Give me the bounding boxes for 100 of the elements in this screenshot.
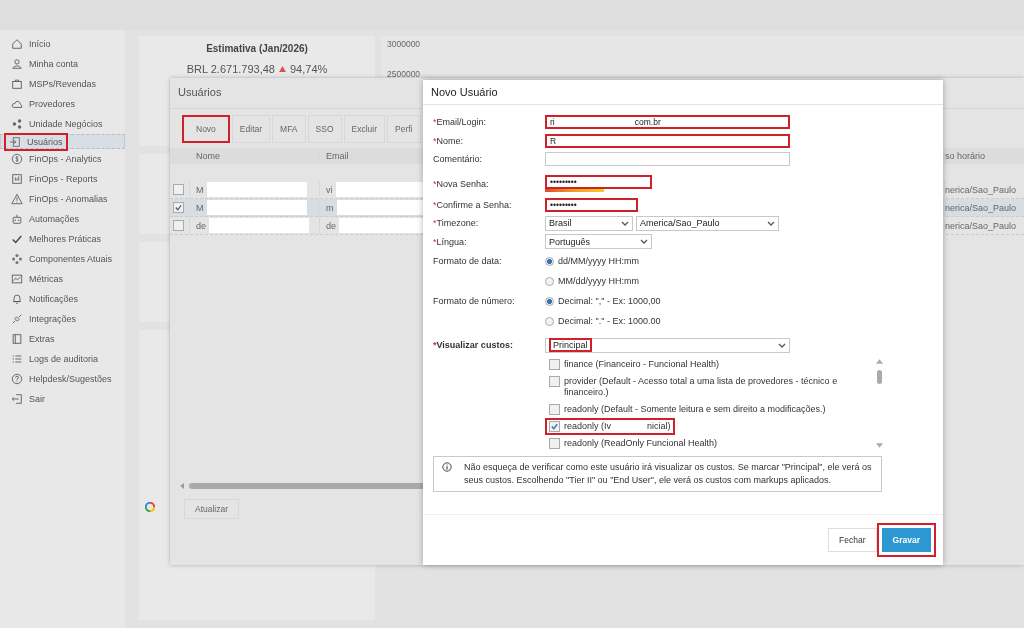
list-icon bbox=[11, 353, 23, 365]
up-arrow-icon[interactable] bbox=[875, 358, 883, 364]
toolbar-button[interactable]: MFA bbox=[272, 115, 306, 143]
radio-option[interactable]: Decimal: "," - Ex: 1000,00 bbox=[545, 296, 661, 306]
home-icon bbox=[11, 38, 23, 50]
field-label: Comentário: bbox=[433, 154, 484, 165]
sidebar-item[interactable]: MSPs/Revendas bbox=[0, 74, 125, 94]
toolbar-button[interactable]: Novo bbox=[182, 115, 230, 143]
sidebar-item[interactable]: Automações bbox=[0, 209, 125, 229]
table-cell: de bbox=[326, 220, 336, 231]
down-arrow-icon[interactable] bbox=[875, 442, 883, 448]
sidebar-item[interactable]: Provedores bbox=[0, 94, 125, 114]
ring-icon bbox=[145, 502, 155, 512]
checkbox[interactable] bbox=[173, 184, 184, 195]
field-label: *Timezone: bbox=[433, 218, 480, 229]
column-header: so horário bbox=[945, 150, 987, 163]
change-percent: 94,74% bbox=[290, 63, 328, 75]
radio-option[interactable]: MM/dd/yyyy HH:mm bbox=[545, 276, 639, 286]
note-text: Não esqueça de verificar como este usuário irá visualizar os custos. Se marcar "Principal", ele verá os seus custos. Escolhendo "Tier II" ou "End User", ele verá os custos com markups aplicados. bbox=[464, 460, 873, 487]
checkbox[interactable] bbox=[549, 403, 560, 415]
field-label: *Confirme a Senha: bbox=[433, 199, 513, 210]
caret-icon[interactable] bbox=[778, 342, 786, 348]
radio-option[interactable]: Decimal: "." - Ex: 1000.00 bbox=[545, 316, 661, 326]
profile-option[interactable]: finance (Financeiro - Funcional Health) bbox=[545, 355, 724, 373]
caret-icon[interactable] bbox=[621, 220, 629, 226]
toolbar-button[interactable]: Excluir bbox=[343, 115, 385, 143]
name-field[interactable]: R bbox=[545, 133, 790, 148]
sidebar-item[interactable]: Notificações bbox=[0, 289, 125, 309]
profile-option[interactable]: provider (Default - Acesso total a uma lista de provedores - técnico e financeiro.) bbox=[545, 372, 858, 401]
radio-button[interactable] bbox=[545, 316, 554, 326]
caret-icon[interactable] bbox=[767, 220, 775, 226]
axis-label: 3000000 bbox=[387, 39, 422, 49]
sidebar-item[interactable]: Integrações bbox=[0, 309, 125, 329]
profile-option[interactable]: readonly (Default - Somente leitura e sem direito a modificações.) bbox=[545, 400, 830, 418]
info-icon bbox=[442, 461, 452, 472]
refresh-button[interactable]: Atualizar bbox=[184, 499, 240, 519]
check-icon bbox=[11, 233, 23, 245]
close-button[interactable]: Fechar bbox=[828, 528, 877, 552]
sidebar-item[interactable]: Extras bbox=[0, 329, 125, 349]
nodes-icon bbox=[11, 118, 23, 130]
checkbox[interactable] bbox=[173, 202, 184, 213]
warning-icon bbox=[11, 193, 23, 205]
checkbox[interactable] bbox=[549, 420, 560, 432]
checkbox[interactable] bbox=[549, 375, 560, 387]
report-icon bbox=[11, 173, 23, 185]
checkbox[interactable] bbox=[549, 437, 560, 449]
table-cell: vi bbox=[326, 184, 333, 195]
exit-icon bbox=[11, 393, 23, 405]
password-field[interactable]: ••••••••• bbox=[545, 175, 652, 189]
toolbar-button[interactable]: Editar bbox=[231, 115, 271, 143]
region-select[interactable]: Brasil bbox=[545, 215, 633, 231]
briefcase-icon bbox=[11, 78, 23, 90]
sidebar-item[interactable]: Helpdesk/Sugestões bbox=[0, 369, 125, 389]
help-icon bbox=[11, 373, 23, 385]
language-select[interactable]: Português bbox=[545, 234, 652, 250]
field-label: *Visualizar custos: bbox=[433, 340, 514, 351]
plug-icon bbox=[11, 313, 23, 325]
sidebar-item[interactable]: FinOps - Anomalias bbox=[0, 189, 125, 209]
scrollbar-thumb[interactable] bbox=[876, 369, 882, 384]
sidebar-item[interactable]: FinOps - Analytics bbox=[0, 149, 125, 169]
sidebar-item[interactable]: Métricas bbox=[0, 269, 125, 289]
email-field[interactable]: ri com.br bbox=[545, 115, 790, 130]
caret-icon[interactable] bbox=[640, 239, 648, 245]
table-cell-text: nerica/Sao_Paulo bbox=[945, 183, 1018, 197]
sidebar-item[interactable]: FinOps - Reports bbox=[0, 169, 125, 189]
sidebar-item[interactable]: Sair bbox=[0, 389, 125, 409]
radio-button[interactable] bbox=[545, 276, 554, 286]
radio-button[interactable] bbox=[545, 256, 554, 266]
radio-button[interactable] bbox=[545, 296, 554, 306]
column-header: Nome bbox=[190, 148, 320, 164]
checkbox[interactable] bbox=[173, 220, 184, 231]
checkbox[interactable] bbox=[549, 358, 560, 370]
sidebar-item[interactable]: Logs de auditoria bbox=[0, 349, 125, 369]
sidebar-item[interactable]: Unidade Negócios bbox=[0, 114, 125, 134]
dialog-title: Novo Usuário bbox=[423, 80, 943, 105]
password-field[interactable]: ••••••••• bbox=[545, 197, 638, 212]
toolbar-button[interactable]: Perfi bbox=[387, 115, 421, 143]
card-title: Estimativa (Jan/2026) bbox=[206, 43, 308, 54]
table-cell: de bbox=[196, 220, 206, 231]
estimate-value: BRL 2.671.793,48 bbox=[186, 63, 275, 75]
sidebar-item[interactable]: Minha conta bbox=[0, 54, 125, 74]
cloud-icon bbox=[11, 98, 23, 110]
toolbar-button[interactable]: SSO bbox=[307, 115, 342, 143]
table-cell: m bbox=[326, 202, 334, 213]
radio-option[interactable]: dd/MM/yyyy HH:mm bbox=[545, 256, 639, 266]
left-arrow-icon[interactable] bbox=[180, 483, 185, 489]
sidebar-item[interactable]: Componentes Atuais bbox=[0, 249, 125, 269]
timezone-select[interactable]: America/Sao_Paulo bbox=[636, 215, 779, 231]
axis-label: 2500000 bbox=[387, 69, 422, 79]
bell-icon bbox=[11, 293, 23, 305]
chart-icon bbox=[11, 273, 23, 285]
sidebar-item[interactable]: Usuários bbox=[0, 134, 125, 149]
cost-view-select[interactable]: Principal bbox=[545, 337, 790, 353]
profile-option[interactable]: readonly (Iv nicial) bbox=[545, 417, 675, 435]
sidebar-item[interactable]: Melhores Práticas bbox=[0, 229, 125, 249]
profile-option[interactable]: readonly (ReadOnly Funcional Health) bbox=[545, 434, 722, 452]
table-cell: M bbox=[196, 184, 204, 195]
field-label: *Nome: bbox=[433, 135, 465, 146]
sidebar-item[interactable]: Início bbox=[0, 34, 125, 54]
comment-field[interactable] bbox=[545, 152, 790, 167]
